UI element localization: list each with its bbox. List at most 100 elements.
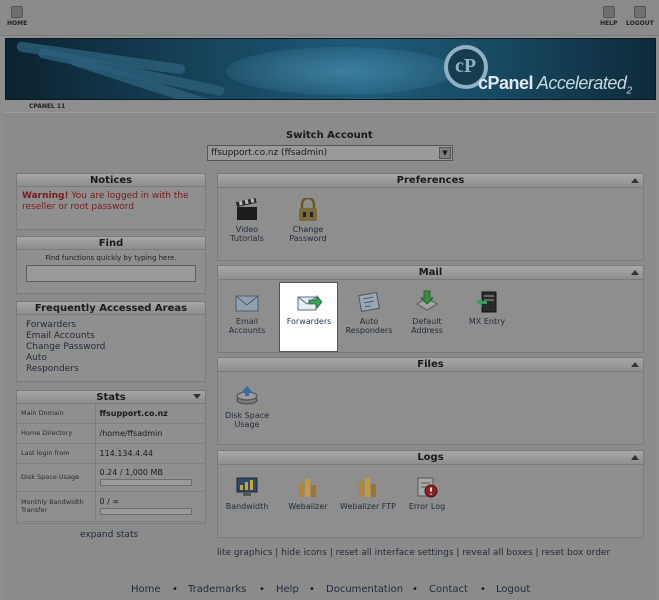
nav-separator: •: [412, 584, 418, 595]
error-log-icon: [414, 475, 440, 499]
bottom-link-home[interactable]: Home: [131, 584, 161, 595]
stats-value: /home/ffsadmin: [95, 423, 205, 444]
mail-title[interactable]: Mail: [218, 266, 643, 280]
default-address-label: Default Address: [411, 317, 443, 335]
stats-label: Disk Space Usage: [17, 463, 96, 492]
faa-link-auto[interactable]: Auto: [26, 353, 196, 364]
disk-usage-icon: [234, 384, 260, 408]
switch-account-value: ffsupport.co.nz (ffsadmin): [211, 148, 328, 158]
faa-link-forwarders[interactable]: Forwarders: [26, 320, 196, 331]
webalizer-ftp-icon: [355, 475, 381, 499]
find-box: Find Find functions quickly by typing he…: [16, 236, 206, 294]
stats-label: Home Directory: [17, 423, 96, 444]
bottom-link-logout[interactable]: Logout: [496, 584, 530, 595]
stats-title[interactable]: Stats: [17, 391, 205, 404]
faa-link-email-accounts[interactable]: Email Accounts: [26, 331, 196, 342]
forwarders-label: Forwarders: [286, 317, 332, 326]
chevron-down-icon[interactable]: ▼: [439, 147, 451, 159]
nav-separator: •: [172, 584, 178, 595]
find-title: Find: [17, 237, 205, 250]
stats-label: Last login from: [17, 443, 96, 464]
nav-separator: •: [480, 584, 486, 595]
stats-table: Main Domain ffsupport.co.nz Home Directo…: [17, 404, 205, 522]
files-section: Files: [217, 357, 644, 445]
change-password-label: Change Password: [289, 225, 327, 243]
cpanel-banner: cP cPanel Accelerated2: [5, 38, 656, 100]
find-input[interactable]: [26, 265, 196, 282]
default-address-item[interactable]: Default Address: [398, 290, 456, 335]
webalizer-item[interactable]: Webalizer: [279, 475, 337, 511]
bottom-link-help[interactable]: Help: [276, 584, 299, 595]
bottom-link-documentation[interactable]: Documentation: [326, 584, 403, 595]
nav-separator: •: [259, 584, 265, 595]
table-row: Disk Space Usage 0.24 / 1,000 MB: [17, 463, 205, 492]
email-accounts-item[interactable]: Email Accounts: [218, 290, 276, 335]
disk-space-usage-item[interactable]: Disk Space Usage: [218, 384, 276, 429]
error-log-label: Error Log: [408, 502, 446, 511]
mx-entry-item[interactable]: MX Entry: [458, 290, 516, 326]
bandwidth-bar: [99, 508, 192, 515]
stats-label: Monthly Bandwidth Transfer: [17, 491, 96, 522]
mx-entry-label: MX Entry: [468, 317, 506, 326]
stats-value: 114.134.4.44: [95, 443, 205, 464]
stats-label: Main Domain: [17, 404, 96, 424]
help-button[interactable]: HELP: [600, 6, 617, 27]
faa-box: Frequently Accessed Areas Forwarders Ema…: [16, 301, 206, 382]
bandwidth-item[interactable]: Bandwidth: [218, 475, 276, 511]
video-tutorials-label: Video Tutorials: [230, 225, 264, 243]
bottom-link-contact[interactable]: Contact: [429, 584, 468, 595]
notices-title: Notices: [17, 174, 205, 187]
webalizer-ftp-item[interactable]: Webalizer FTP: [339, 475, 397, 511]
auto-responder-icon: [356, 290, 382, 314]
padlock-icon: [295, 196, 321, 222]
webalizer-icon: [295, 475, 321, 499]
webalizer-ftp-label: Webalizer FTP: [340, 502, 396, 511]
faa-list: Forwarders Email Accounts Change Passwor…: [17, 315, 205, 380]
logout-button[interactable]: LOGOUT: [626, 6, 654, 27]
home-icon: [11, 6, 24, 18]
faa-link-change-password[interactable]: Change Password: [26, 342, 196, 353]
help-label: HELP: [600, 20, 618, 27]
help-icon: [602, 6, 615, 18]
interface-options-links[interactable]: lite graphics | hide icons | reset all i…: [217, 548, 637, 559]
forwarders-highlight[interactable]: Forwarders: [279, 282, 338, 352]
find-hint: Find functions quickly by typing here.: [45, 254, 177, 262]
collapse-arrow-icon[interactable]: [631, 362, 639, 367]
change-password-item[interactable]: Change Password: [279, 196, 337, 243]
home-label: HOME: [7, 20, 28, 27]
switch-account-select[interactable]: ffsupport.co.nz (ffsadmin) ▼: [207, 145, 453, 161]
home-button[interactable]: HOME: [7, 6, 27, 27]
mx-entry-icon: [474, 290, 500, 314]
auto-responders-item[interactable]: Auto Responders: [340, 290, 398, 335]
stats-value: 0 / ∞: [95, 491, 205, 522]
stats-box: Stats Main Domain ffsupport.co.nz Home D…: [16, 390, 206, 524]
preferences-title[interactable]: Preferences: [218, 174, 643, 188]
stats-value: ffsupport.co.nz: [95, 404, 205, 424]
default-address-icon: [414, 290, 440, 314]
breadcrumb[interactable]: CPANEL 11: [29, 103, 65, 110]
nav-separator: •: [309, 584, 315, 595]
forward-envelope-icon: [296, 290, 323, 314]
collapse-arrow-icon[interactable]: [631, 178, 639, 183]
error-log-item[interactable]: Error Log: [398, 475, 456, 511]
faa-link-responders[interactable]: Responders: [26, 364, 196, 375]
video-tutorials-item[interactable]: Video Tutorials: [218, 197, 276, 243]
collapse-arrow-icon[interactable]: [631, 455, 639, 460]
logout-icon: [633, 6, 646, 18]
webalizer-label: Webalizer: [288, 502, 328, 511]
notice-warning: Warning! You are logged in with the rese…: [22, 191, 189, 212]
logs-title[interactable]: Logs: [218, 451, 643, 465]
collapse-arrow-icon[interactable]: [193, 394, 201, 399]
forwarders-item[interactable]: Forwarders: [280, 290, 338, 326]
collapse-arrow-icon[interactable]: [631, 270, 639, 275]
expand-stats-link[interactable]: expand stats: [80, 530, 138, 540]
stats-value: 0.24 / 1,000 MB: [95, 463, 205, 492]
auto-responders-label: Auto Responders: [345, 317, 393, 335]
faa-title: Frequently Accessed Areas: [17, 302, 205, 315]
bottom-link-trademarks[interactable]: Trademarks: [188, 584, 246, 595]
table-row: Last login from 114.134.4.44: [17, 443, 205, 464]
bandwidth-icon: [234, 475, 260, 499]
top-toolbar: HOME HELP LOGOUT: [0, 0, 659, 36]
files-title[interactable]: Files: [218, 358, 643, 372]
table-row: Home Directory /home/ffsadmin: [17, 423, 205, 444]
